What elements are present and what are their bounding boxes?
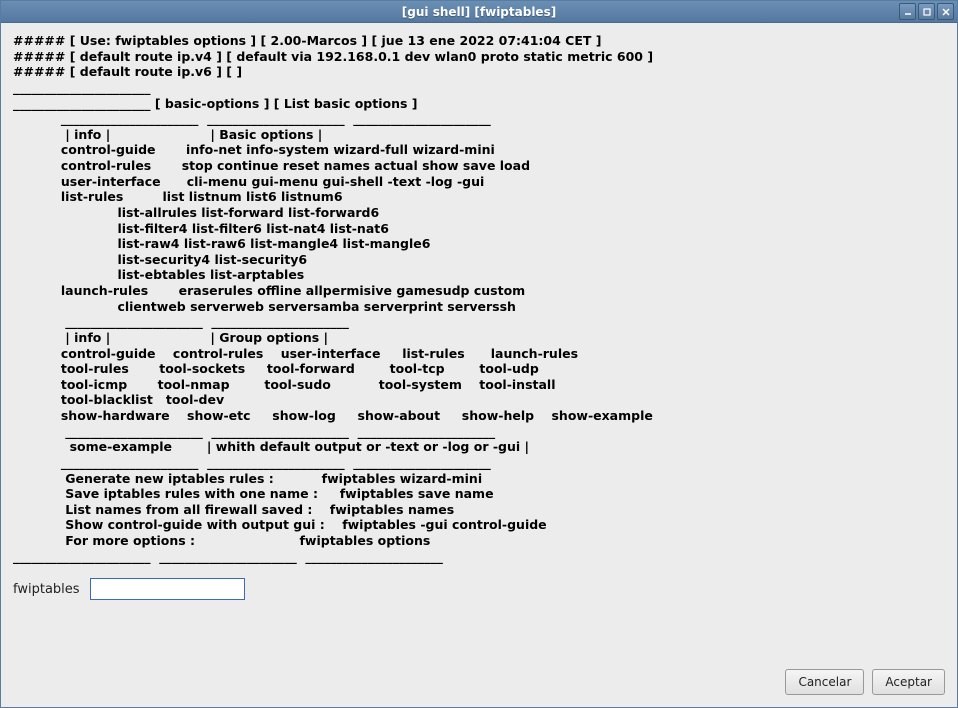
terminal-output: ##### [ Use: fwiptables options ] [ 2.00… xyxy=(13,33,945,564)
window-title: [gui shell] [fwiptables] xyxy=(1,5,957,19)
input-label: fwiptables xyxy=(13,582,80,597)
maximize-button[interactable] xyxy=(918,3,935,20)
content-area: ##### [ Use: fwiptables options ] [ 2.00… xyxy=(1,23,957,707)
input-row: fwiptables xyxy=(13,578,945,600)
command-input[interactable] xyxy=(90,578,245,600)
titlebar[interactable]: [gui shell] [fwiptables] xyxy=(1,1,957,23)
cancel-button[interactable]: Cancelar xyxy=(785,669,864,695)
close-icon xyxy=(941,7,951,17)
accept-button[interactable]: Aceptar xyxy=(872,669,945,695)
maximize-icon xyxy=(922,7,932,17)
minimize-button[interactable] xyxy=(899,3,916,20)
close-button[interactable] xyxy=(937,3,954,20)
minimize-icon xyxy=(903,7,913,17)
main-window: [gui shell] [fwiptables] ##### [ Use: fw… xyxy=(0,0,958,708)
button-row: Cancelar Aceptar xyxy=(13,659,945,699)
window-controls xyxy=(899,3,954,20)
